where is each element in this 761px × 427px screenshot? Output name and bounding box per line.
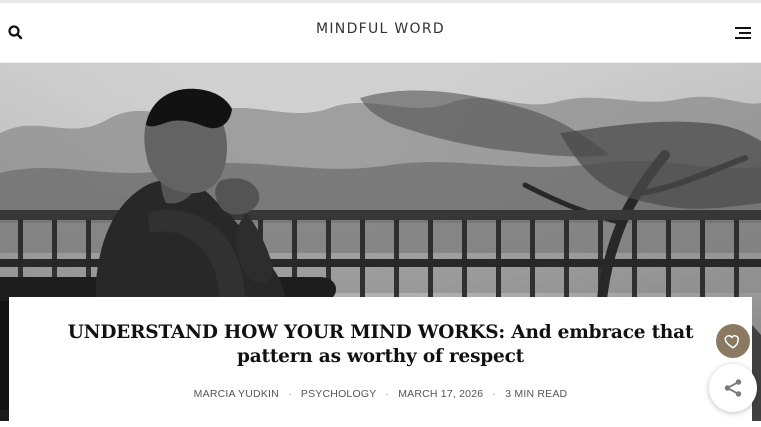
share-button[interactable] [709,364,757,412]
article-read-time: 3 MIN READ [505,388,568,400]
article-date: MARCH 17, 2026 [398,388,484,400]
like-button[interactable] [716,324,750,358]
left-edge-shadow [0,410,9,421]
share-icon [724,379,742,397]
meta-separator: · [385,388,390,400]
heart-icon [724,335,740,349]
article-meta: MARCIA YUDKIN · PSYCHOLOGY · MARCH 17, 2… [9,388,752,400]
article-title[interactable]: UNDERSTAND HOW YOUR MIND WORKS: And embr… [29,321,732,369]
site-logo[interactable]: MINDFUL WORD [0,21,761,37]
site-header: MINDFUL WORD [0,3,761,63]
logo-text: MINDFUL WORD [316,21,445,37]
article-category[interactable]: PSYCHOLOGY [301,388,376,400]
meta-separator: · [288,388,292,400]
menu-button[interactable] [733,23,755,43]
article-card: UNDERSTAND HOW YOUR MIND WORKS: And embr… [9,297,752,427]
meta-separator: · [492,388,497,400]
hamburger-menu-icon [735,27,751,39]
article-author[interactable]: MARCIA YUDKIN [194,388,279,400]
